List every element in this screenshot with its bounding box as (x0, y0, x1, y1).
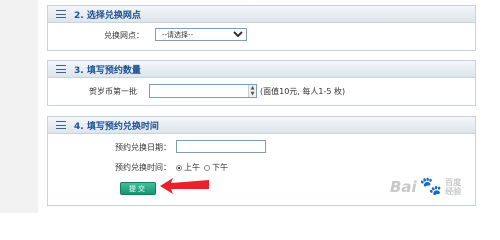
wm-cn-sub: 经验 (445, 187, 462, 196)
baidu-watermark: Bai 🐾 百度 经验 (390, 176, 461, 197)
section-title: 4. 填写预约兑换时间 (74, 121, 159, 132)
list-icon (56, 65, 66, 73)
exchange-point-select[interactable]: --请选择-- (155, 28, 247, 41)
paw-icon: 🐾 (419, 176, 443, 197)
am-radio[interactable] (176, 164, 182, 171)
wm-cn: 百度 经验 (445, 178, 461, 196)
am-label: 上午 (184, 163, 200, 172)
section-header: 3. 填写预约数量 (48, 61, 475, 78)
stepper-down-icon[interactable]: ▼ (249, 91, 256, 97)
wm-brand: Bai (390, 178, 417, 196)
quantity-stepper[interactable]: ▲ ▼ (149, 84, 257, 98)
exchange-point-select-wrap: --请选择-- (155, 28, 247, 41)
quantity-note: (面值10元, 每人1-5 枚) (260, 87, 346, 96)
section-quantity: 3. 填写预约数量 (47, 60, 476, 106)
left-gutter (0, 0, 38, 213)
date-input-wrap (176, 140, 266, 153)
stepper-buttons[interactable]: ▲ ▼ (248, 85, 256, 97)
section-title: 3. 填写预约数量 (74, 65, 141, 76)
time-row: 预约兑换时间： (115, 162, 171, 173)
quantity-label: 贺岁币第一批 (89, 87, 137, 96)
section-title: 2. 选择兑换网点 (74, 10, 141, 21)
quantity-note-wrap: (面值10元, 每人1-5 枚) (260, 86, 345, 97)
date-input[interactable] (176, 140, 266, 153)
list-icon (56, 10, 66, 18)
pm-label: 下午 (212, 163, 228, 172)
date-label: 预约兑换日期： (115, 143, 171, 152)
pm-radio[interactable] (204, 164, 210, 171)
date-row: 预约兑换日期： (115, 142, 171, 153)
list-icon (56, 121, 66, 129)
section-exchange-point: 2. 选择兑换网点 (47, 5, 476, 51)
time-label: 预约兑换时间： (115, 163, 171, 172)
pointer-arrow-icon (160, 178, 209, 194)
section-header: 2. 选择兑换网点 (48, 6, 475, 23)
quantity-input-wrap: ▲ ▼ (149, 84, 257, 98)
submit-button[interactable]: 提交 (120, 182, 156, 195)
exchange-point-row: 兑换网点： (104, 30, 144, 41)
exchange-point-label: 兑换网点： (104, 31, 144, 40)
wm-cn-main: 百度 (445, 178, 462, 187)
time-options: 上午 下午 (176, 162, 228, 173)
section-header: 4. 填写预约兑换时间 (48, 117, 475, 134)
quantity-row: 贺岁币第一批 (89, 86, 137, 97)
